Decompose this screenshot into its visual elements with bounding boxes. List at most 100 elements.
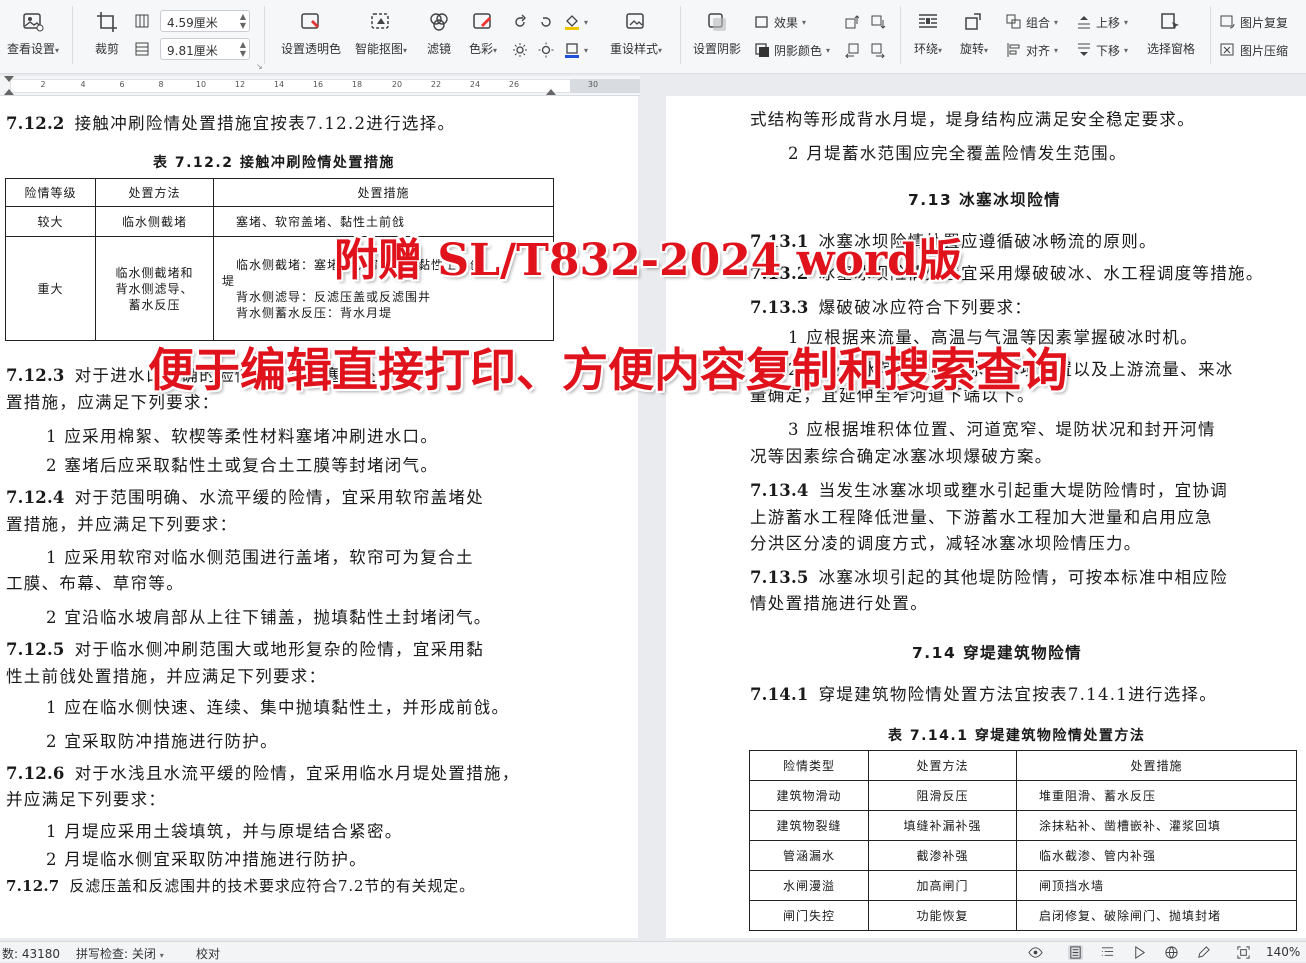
table-7-12-2-title: 表 7.12.2 接触冲刷险情处置措施 [153, 155, 395, 171]
promo-watermark-line2: 便于编辑直接打印、方便内容复制和搜索查询 [148, 343, 1068, 397]
clause-7-12-6: 7.12.6 对于水浅且水流平缓的险情，宜采用临水月堤处置措施， [6, 764, 520, 783]
set-shadow-button[interactable]: 设置阴影 [686, 10, 748, 57]
section-7-14-title: 7.14 穿堤建筑物险情 [912, 644, 1083, 662]
color-adjust-icon [471, 10, 495, 34]
width-icon [134, 13, 150, 29]
contrast-button[interactable] [538, 40, 554, 60]
table-row: 水闸漫溢 加高闸门 闸顶挡水墙 [749, 870, 1297, 901]
shadow-icon [705, 10, 729, 34]
first-indent-marker[interactable] [4, 76, 14, 82]
view-settings-button[interactable]: 查看设置▾ [0, 10, 66, 57]
rotate-right-button[interactable] [538, 12, 554, 32]
width-input[interactable]: 4.59厘米 ▲ ▼ [160, 10, 250, 32]
contrast-icon [538, 42, 554, 58]
effects-icon [754, 14, 770, 30]
reset-style-button[interactable]: 重设样式▾ [600, 10, 672, 57]
shadow-nudge-down-button[interactable] [870, 12, 886, 32]
send-backward-dropdown[interactable]: 下移 ▾ [1076, 40, 1128, 60]
image-compress-button[interactable]: 图片压缩 [1220, 40, 1288, 60]
ribbon-toolbar: 查看设置▾ 裁剪 4.59厘米 ▲ ▼ 9.81厘米 ▲ ▼ 设置透明色 智能抠图▾ 滤… [0, 0, 1306, 74]
nudge-down-icon [870, 14, 886, 30]
page-view-icon[interactable] [1068, 945, 1083, 960]
brightness-button[interactable] [512, 40, 528, 60]
rotate-right-icon [538, 14, 554, 30]
rotate-left-icon [512, 14, 528, 30]
clause-7-13-5: 7.13.5 冰塞冰坝引起的其他堤防险情，可按本标准中相应险 [750, 568, 1229, 587]
image-restore-icon [1220, 14, 1236, 30]
table-row: 管涵漏水 截渗补强 临水截渗、管内补强 [749, 840, 1297, 871]
horizontal-ruler[interactable]: 2 4 6 8 10 12 14 16 18 20 22 24 26 30 [0, 76, 640, 96]
clause-7-12-7: 7.12.7 反滤压盖和反滤围井的技术要求应符合7.2节的有关规定。 [6, 877, 475, 895]
color-button[interactable]: 色彩▾ [450, 10, 516, 57]
set-transparent-button[interactable]: 设置透明色 [276, 10, 346, 57]
brightness-icon [512, 42, 528, 58]
selection-pane-icon [1159, 10, 1183, 34]
clause-7-13-3: 7.13.3 爆破破冰应符合下列要求： [750, 298, 1033, 317]
text-wrap-icon [916, 10, 940, 34]
eye-protection-icon[interactable] [1028, 945, 1043, 960]
nudge-up-icon [844, 14, 860, 30]
clause-7-12-5: 7.12.5 对于临水侧冲刷范围大或地形复杂的险情，宜采用黏 [6, 640, 485, 659]
web-layout-icon[interactable] [1164, 945, 1179, 960]
crop-button[interactable]: 裁剪 [74, 10, 140, 57]
fit-page-icon[interactable] [1236, 945, 1251, 960]
align-dropdown[interactable]: 对齐 ▾ [1006, 40, 1058, 60]
hanging-indent-marker[interactable] [4, 89, 14, 95]
spell-check-toggle[interactable]: 拼写检查: 关闭 ▾ [76, 945, 164, 962]
image-compress-icon [1220, 42, 1236, 58]
rotate-button[interactable]: 旋转▾ [944, 10, 1004, 57]
shadow-nudge-up-button[interactable] [844, 12, 860, 32]
table-7-14-1: 险情类型 处置方法 处置措施 建筑物滑动 阻滑反压 堆重阻滑、蓄水反压 建筑物裂… [749, 750, 1297, 931]
transparent-color-icon [299, 10, 323, 34]
section-7-13-title: 7.13 冰塞冰坝险情 [908, 191, 1062, 209]
table-row: 建筑物滑动 阻滑反压 堆重阻滑、蓄水反压 [749, 780, 1297, 811]
nudge-right-icon [870, 42, 886, 58]
nudge-left-icon [844, 42, 860, 58]
cutout-icon [369, 10, 393, 34]
table-row: 建筑物裂缝 填缝补漏补强 涂抹粘补、凿槽嵌补、灌浆回填 [749, 810, 1297, 841]
table-7-14-1-title: 表 7.14.1 穿堤建筑物险情处置方法 [888, 728, 1146, 744]
shadow-color-icon [754, 42, 770, 58]
clause-7-12-2: 7.12.2 接触冲刷险情处置措施宜按表7.12.2进行选择。 [6, 114, 456, 133]
image-restore-button[interactable]: 图片复复 [1220, 12, 1288, 32]
reset-image-icon [624, 10, 648, 34]
border-color-button[interactable]: ▾ [564, 40, 588, 60]
clause-7-14-1: 7.14.1 穿堤建筑物险情处置方法宜按表7.14.1进行选择。 [750, 685, 1218, 704]
align-icon [1006, 42, 1022, 58]
zoom-level[interactable]: 140% [1266, 945, 1300, 959]
rotate-icon [962, 10, 986, 34]
document-page-right[interactable]: 式结构等形成背水月堤，堤身结构应满足安全稳定要求。 2 月堤蓄水范围应完全覆盖险… [666, 96, 1306, 938]
shadow-nudge-left-button[interactable] [844, 40, 860, 60]
filter-icon [427, 10, 451, 34]
effects-dropdown[interactable]: 效果 ▾ [754, 12, 806, 32]
height-icon [134, 41, 150, 57]
right-indent-marker[interactable] [546, 89, 556, 95]
shadow-color-dropdown[interactable]: 阴影颜色 ▾ [754, 40, 830, 60]
selection-pane-button[interactable]: 选择窗格 [1140, 10, 1202, 57]
shadow-nudge-right-button[interactable] [870, 40, 886, 60]
fill-bucket-icon [564, 14, 580, 30]
document-page-left[interactable]: 7.12.2 接触冲刷险情处置措施宜按表7.12.2进行选择。 表 7.12.2 … [0, 96, 638, 938]
height-input[interactable]: 9.81厘米 ▲ ▼ [160, 38, 250, 60]
clause-7-13-4: 7.13.4 当发生冰塞冰坝或壅水引起重大堤防险情时，宜协调 [750, 481, 1229, 500]
word-count[interactable]: 数: 43180 [2, 945, 60, 962]
status-bar: 数: 43180 拼写检查: 关闭 ▾ 校对 140% [0, 941, 1306, 962]
write-mode-icon[interactable] [1196, 945, 1211, 960]
image-settings-icon [21, 10, 45, 34]
group-dropdown[interactable]: 组合 ▾ [1006, 12, 1058, 32]
proofread-button[interactable]: 校对 [196, 945, 220, 962]
clause-7-12-4: 7.12.4 对于范围明确、水流平缓的险情，宜采用软帘盖堵处 [6, 488, 485, 507]
outline-view-icon[interactable] [1100, 945, 1115, 960]
crop-icon [95, 10, 119, 34]
table-row: 闸门失控 功能恢复 启闭修复、破除闸门、抛填封堵 [749, 900, 1297, 931]
reading-mode-icon[interactable] [1132, 945, 1147, 960]
group-icon [1006, 14, 1022, 30]
promo-watermark-line1: 附赠 SL/T832-2024 word版 [334, 235, 962, 286]
border-color-icon [564, 42, 580, 58]
rotate-left-button[interactable] [512, 12, 528, 32]
fill-color-button[interactable]: ▾ [564, 12, 588, 32]
bring-forward-dropdown[interactable]: 上移 ▾ [1076, 12, 1128, 32]
bring-forward-icon [1076, 14, 1092, 30]
send-backward-icon [1076, 42, 1092, 58]
dialog-launcher-icon[interactable]: ↘ [256, 62, 263, 71]
